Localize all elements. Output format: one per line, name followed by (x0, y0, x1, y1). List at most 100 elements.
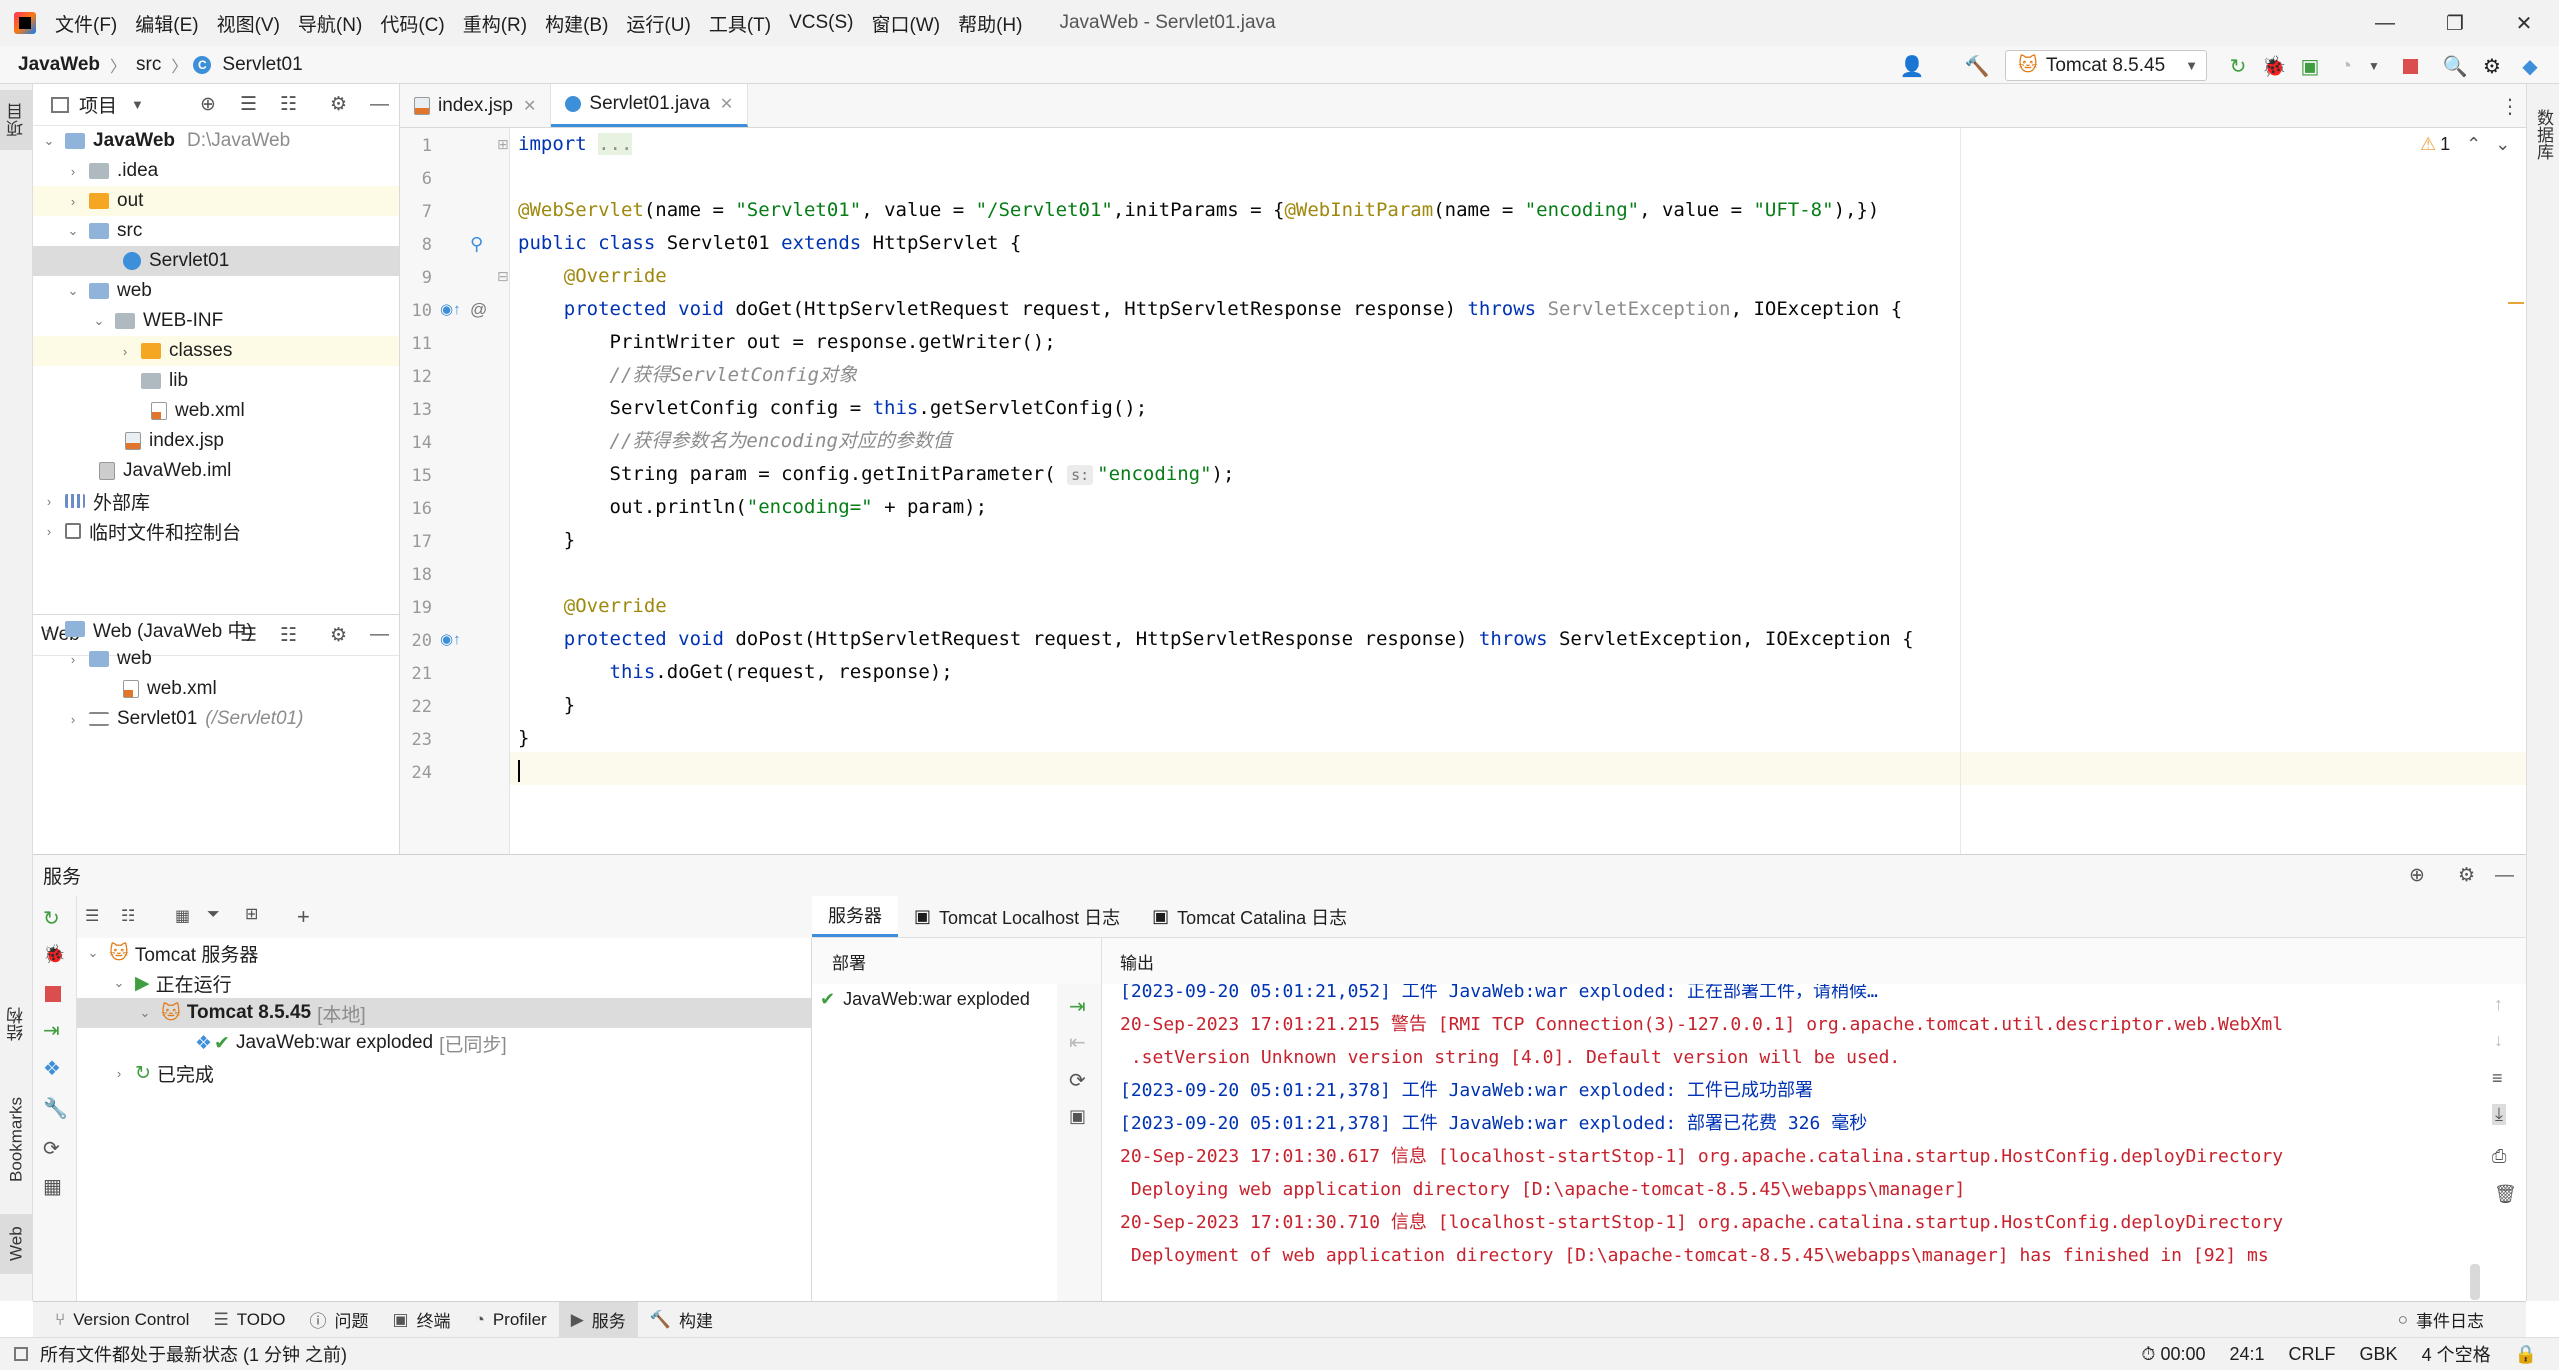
trash-icon[interactable]: 🗑 (2494, 1184, 2517, 1205)
code-with-me-icon[interactable]: ◆ (2518, 54, 2542, 78)
fold-icon[interactable]: ⊞ (497, 136, 509, 153)
toolwindow-services[interactable]: ▶ 服务 (558, 1301, 638, 1338)
chevron-down-icon[interactable]: ⌄ (2495, 134, 2510, 155)
web-tree-web-xml[interactable]: web.xml (33, 674, 399, 704)
wrench-icon[interactable]: 🔧 (43, 1096, 68, 1121)
dropdown-arrow-icon[interactable]: ▼ (131, 97, 144, 112)
restore-icon[interactable]: ❐ (2420, 0, 2490, 46)
tree-item-servlet01[interactable]: Servlet01 (33, 246, 399, 276)
menu-tools[interactable]: 工具(T) (700, 10, 780, 37)
refresh-icon[interactable]: ⟳ (43, 1136, 60, 1161)
override-method-icon[interactable]: ◉↑ (440, 300, 461, 318)
menu-view[interactable]: 视图(V) (208, 10, 289, 37)
tree-item-src[interactable]: ⌄ src (33, 216, 399, 246)
code-editor[interactable]: import ... @WebServlet(name = "Servlet01… (510, 128, 2526, 854)
bookmarks-tool-tab[interactable]: Bookmarks (0, 1074, 33, 1204)
web-tree-servlet01[interactable]: › Servlet01 (/Servlet01) (33, 704, 399, 734)
hide-icon[interactable]: — (370, 94, 389, 116)
undeploy-icon[interactable]: ⇤ (1069, 1030, 1086, 1055)
soft-wrap-icon[interactable]: ≡ (2492, 1068, 2503, 1089)
tree-item-external-libraries[interactable]: › 外部库 (33, 486, 399, 516)
lock-icon[interactable]: 🔒 (2503, 1344, 2549, 1365)
override-method-icon[interactable]: ◉↑ (440, 630, 461, 648)
menu-navigate[interactable]: 导航(N) (289, 10, 371, 37)
group-by-icon[interactable]: ▦ (175, 906, 190, 926)
menu-help[interactable]: 帮助(H) (949, 10, 1031, 37)
warning-stripe-marker[interactable] (2508, 302, 2524, 304)
web-tree-root[interactable]: ⌄ Web (JavaWeb 中) (33, 614, 399, 644)
scroll-to-end-icon[interactable]: ⤓ (2492, 1104, 2506, 1125)
hide-icon[interactable]: — (2495, 865, 2514, 887)
project-tool-tab[interactable]: 项目 (0, 90, 33, 150)
menu-edit[interactable]: 编辑(E) (126, 10, 207, 37)
rerun-icon[interactable]: ↻ (2226, 54, 2250, 78)
toolwindow-terminal[interactable]: ▣ 终端 (381, 1302, 463, 1338)
menu-file[interactable]: 文件(F) (46, 10, 126, 37)
toolwindow-event-log[interactable]: ○ 事件日志 (2386, 1302, 2496, 1338)
locate-icon[interactable]: ⊕ (200, 93, 216, 116)
artifacts-icon[interactable]: ❖ (43, 1056, 61, 1081)
tree-item-scratches[interactable]: › 临时文件和控制台 (33, 516, 399, 546)
service-artifact[interactable]: ❖ ✔ JavaWeb:war exploded [已同步] (77, 1028, 811, 1058)
menu-window[interactable]: 窗口(W) (862, 10, 949, 37)
toolwindow-version-control[interactable]: ⑂ Version Control (43, 1302, 201, 1338)
menu-vcs[interactable]: VCS(S) (780, 12, 862, 34)
close-tab-icon[interactable]: ✕ (523, 96, 536, 116)
settings-gear-icon[interactable]: ⚙ (2480, 54, 2504, 78)
tree-item-web[interactable]: ⌄ web (33, 276, 399, 306)
add-icon[interactable]: + (297, 904, 310, 930)
output-scrollbar[interactable] (2470, 1264, 2480, 1300)
breadcrumb-src[interactable]: src (132, 54, 165, 76)
service-tomcat-server[interactable]: ⌄ 🐱 Tomcat 服务器 (77, 938, 811, 968)
collapse-all-icon[interactable]: ☷ (280, 93, 297, 116)
toolwindow-build[interactable]: 🔨 构建 (638, 1302, 725, 1338)
status-toggle-icon[interactable] (14, 1347, 28, 1361)
menu-code[interactable]: 代码(C) (371, 10, 453, 37)
tab-servlet01-java[interactable]: Servlet01.java ✕ (551, 84, 749, 127)
settings-gear-icon[interactable]: ⚙ (2458, 864, 2475, 887)
database-tool-tab[interactable]: 数据库 (2527, 94, 2559, 174)
run-configuration-select[interactable]: 🐱 Tomcat 8.5.45 ▼ (2005, 50, 2207, 81)
tree-item-index-jsp[interactable]: index.jsp (33, 426, 399, 456)
tab-index-jsp[interactable]: index.jsp ✕ (400, 84, 552, 127)
more-tabs-icon[interactable]: ⋮ (2500, 94, 2520, 119)
toolwindow-profiler[interactable]: ◔ Profiler (463, 1302, 559, 1338)
service-running[interactable]: ⌄ ▶ 正在运行 (77, 968, 811, 998)
tree-item-classes[interactable]: › classes (33, 336, 399, 366)
new-service-icon[interactable]: ⊞ (245, 904, 258, 924)
url-mapping-icon[interactable]: @ (470, 300, 487, 320)
build-hammer-icon[interactable]: 🔨 (1965, 54, 1990, 78)
stop-icon[interactable] (45, 986, 61, 1002)
indent-setting[interactable]: 4 个空格 (2410, 1341, 2503, 1367)
tree-item-out[interactable]: › out (33, 186, 399, 216)
caret-position[interactable]: 24:1 (2217, 1344, 2276, 1365)
close-tab-icon[interactable]: ✕ (720, 94, 733, 114)
menu-run[interactable]: 运行(U) (617, 10, 699, 37)
more-run-icon[interactable]: ▼ (2362, 54, 2386, 78)
status-message[interactable]: 所有文件都处于最新状态 (1 分钟 之前) (28, 1341, 359, 1367)
output-console[interactable]: [2023-09-20 05:01:21,052] 工件 JavaWeb:war… (1102, 984, 2482, 1301)
tab-server[interactable]: 服务器 (812, 896, 898, 937)
deploy-icon[interactable]: ⇥ (43, 1018, 60, 1043)
tree-item-idea[interactable]: › .idea (33, 156, 399, 186)
menu-refactor[interactable]: 重构(R) (454, 10, 536, 37)
line-separator[interactable]: CRLF (2277, 1344, 2348, 1365)
breadcrumb-servlet01[interactable]: Servlet01 (218, 54, 306, 76)
deployment-item[interactable]: ✔ JavaWeb:war exploded (812, 984, 1057, 1014)
deploy-icon[interactable]: ⇥ (1069, 994, 1086, 1019)
service-finished[interactable]: › ↻ 已完成 (77, 1058, 811, 1088)
structure-tool-tab[interactable]: 结构 (0, 989, 33, 1059)
update-icon[interactable]: ▣ (1069, 1106, 1086, 1127)
fold-icon[interactable]: ⊟ (497, 268, 509, 285)
rerun-icon[interactable]: ↻ (43, 906, 60, 931)
coverage-icon[interactable]: ▣ (2298, 54, 2322, 78)
tree-item-javaweb[interactable]: ⌄ JavaWeb D:\JavaWeb (33, 126, 399, 156)
expand-all-icon[interactable]: ☰ (240, 93, 257, 116)
refresh-icon[interactable]: ⟳ (1069, 1068, 1086, 1093)
arrow-up-icon[interactable]: ↑ (2494, 994, 2503, 1015)
service-tomcat-instance[interactable]: ⌄ 🐱 Tomcat 8.5.45 [本地] (77, 998, 811, 1028)
tree-item-web-inf[interactable]: ⌄ WEB-INF (33, 306, 399, 336)
web-servlet-gutter-icon[interactable]: ⚲ (470, 234, 483, 255)
minimize-icon[interactable]: — (2350, 0, 2420, 46)
file-encoding[interactable]: GBK (2348, 1344, 2410, 1365)
